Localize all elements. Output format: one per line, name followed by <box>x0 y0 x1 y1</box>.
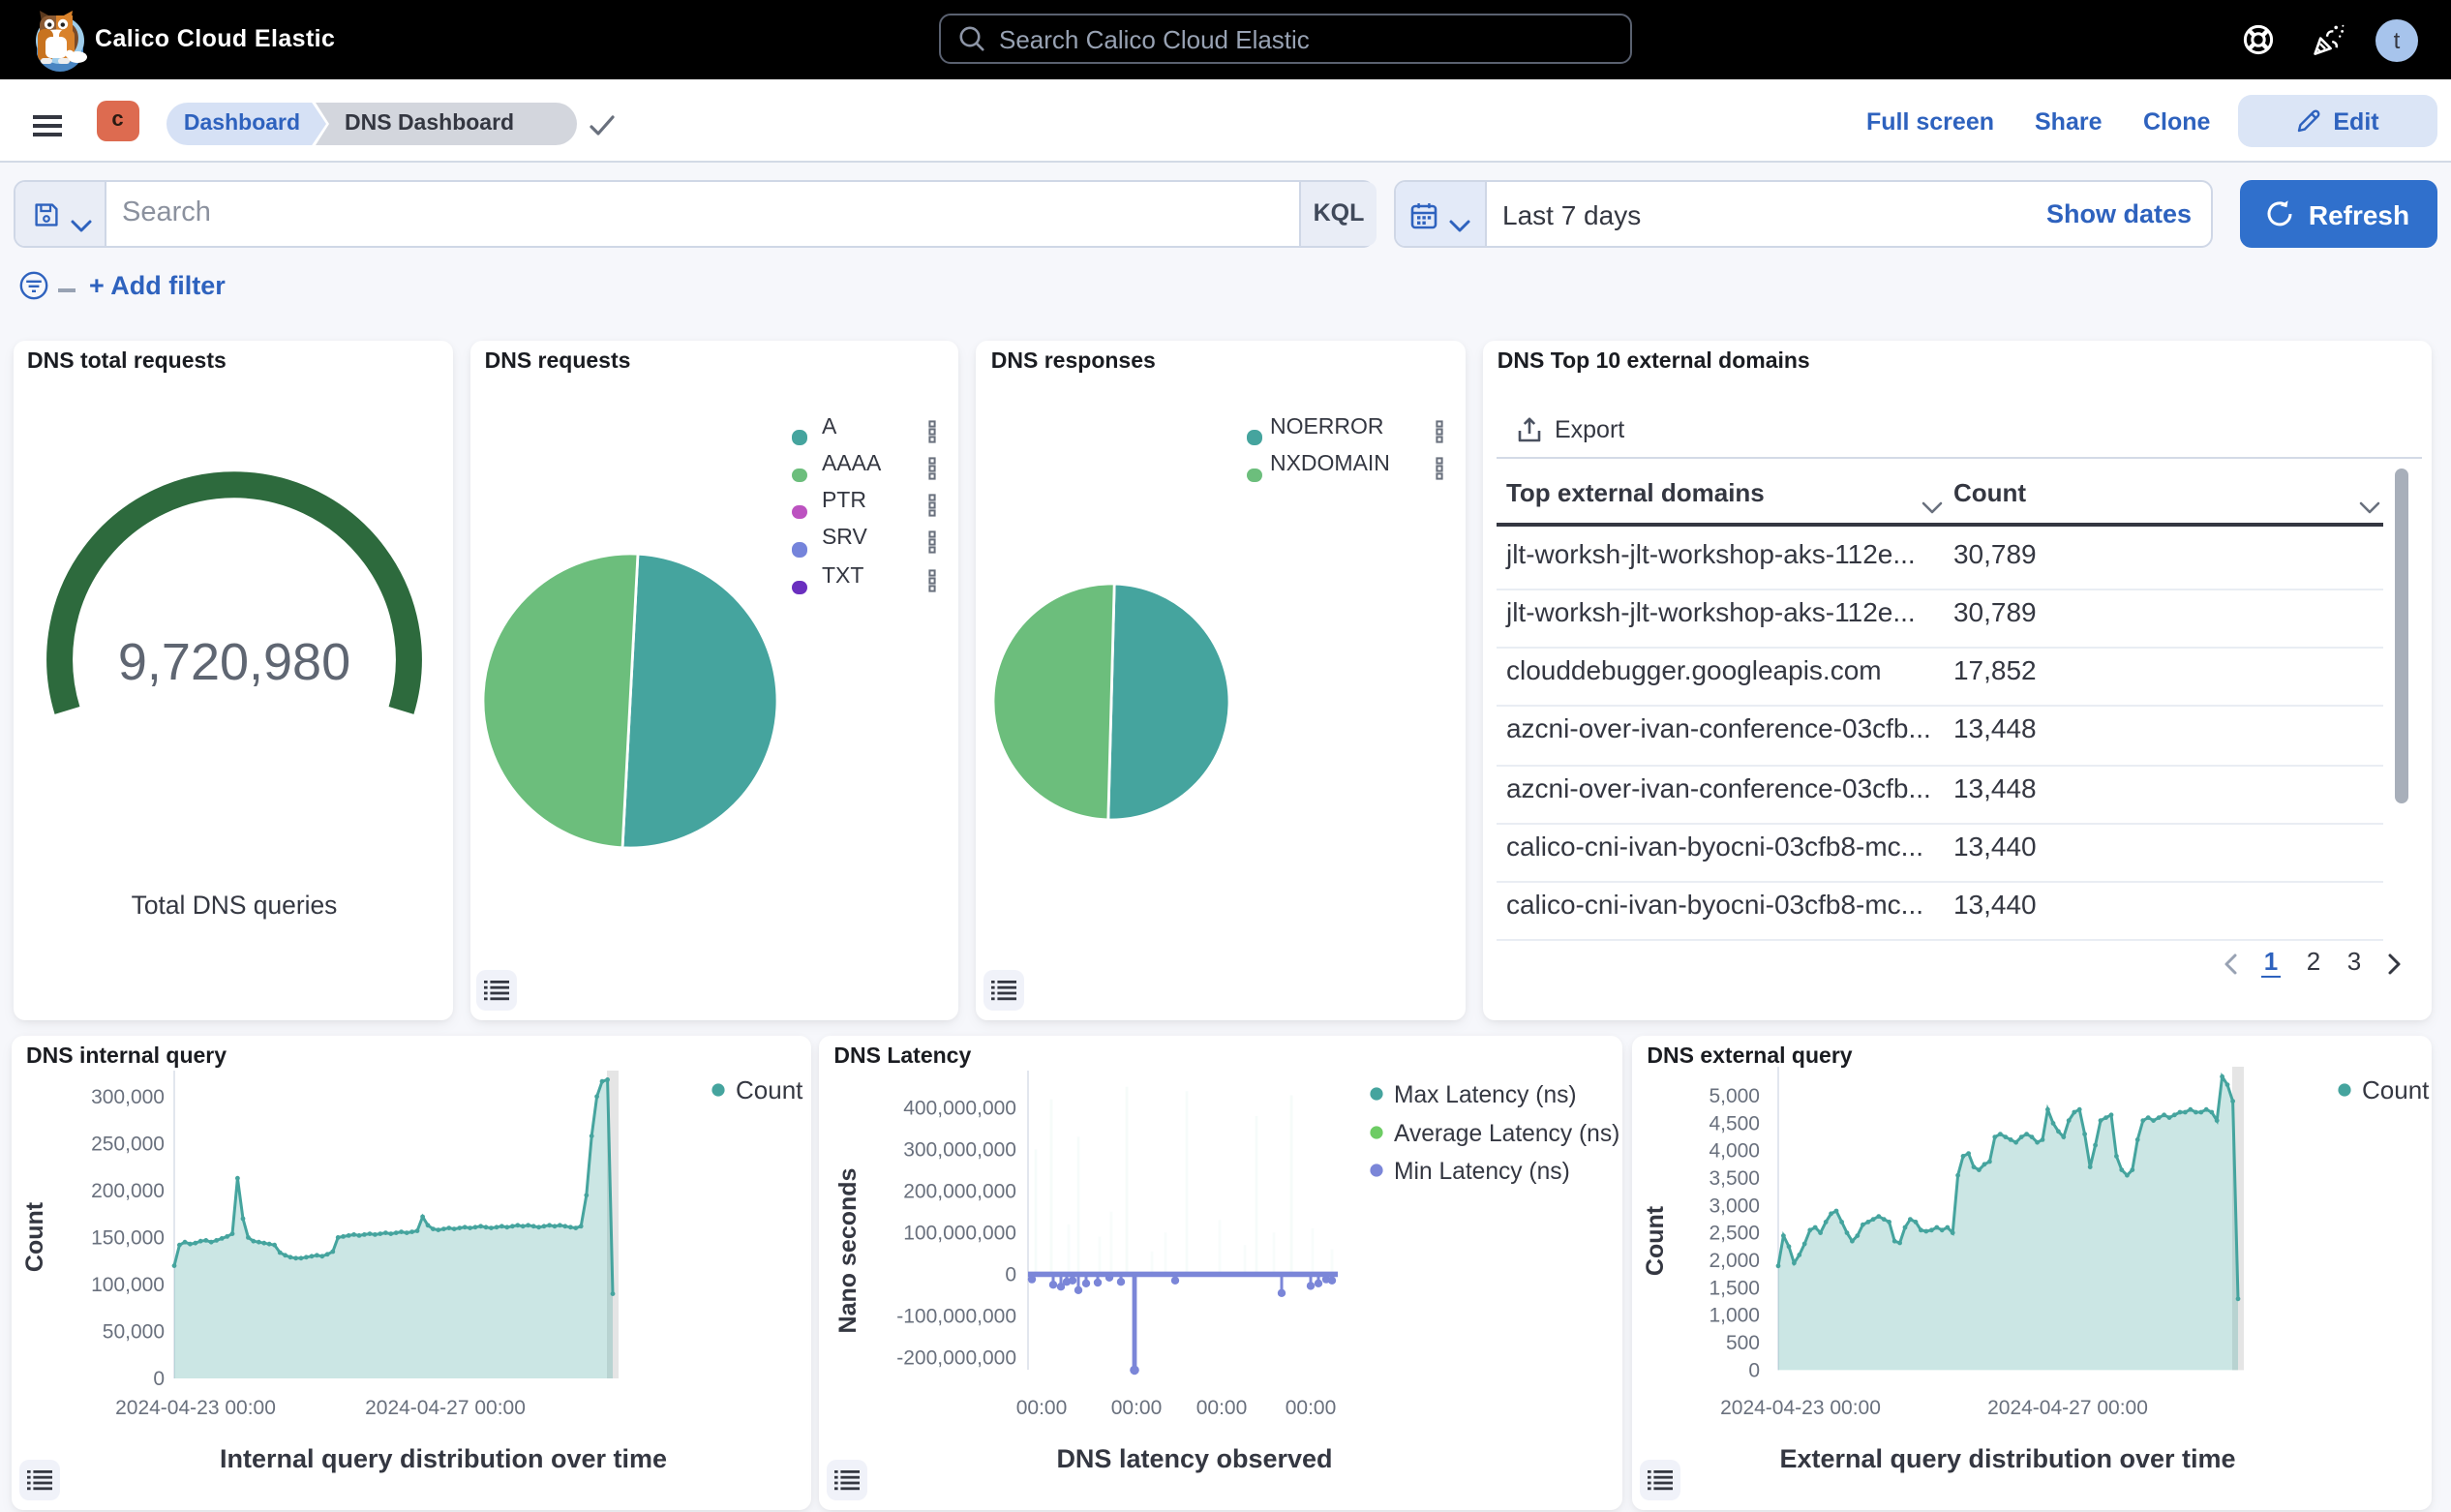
svg-text:200,000: 200,000 <box>91 1180 165 1202</box>
svg-text:2,000: 2,000 <box>1709 1250 1760 1272</box>
svg-text:-100,000,000: -100,000,000 <box>896 1305 1016 1327</box>
svg-text:300,000,000: 300,000,000 <box>903 1138 1016 1161</box>
svg-text:5,000: 5,000 <box>1709 1085 1760 1107</box>
svg-text:400,000,000: 400,000,000 <box>903 1097 1016 1119</box>
svg-text:Nano seconds: Nano seconds <box>834 1168 862 1334</box>
svg-text:00:00: 00:00 <box>1196 1397 1248 1419</box>
svg-text:4,000: 4,000 <box>1709 1140 1760 1163</box>
svg-text:4,500: 4,500 <box>1709 1112 1760 1134</box>
svg-text:Count: Count <box>736 1075 803 1104</box>
svg-text:Internal query distribution ov: Internal query distribution over time <box>220 1444 667 1473</box>
svg-text:00:00: 00:00 <box>1286 1397 1337 1419</box>
svg-text:Average Latency (ns): Average Latency (ns) <box>1394 1121 1619 1147</box>
svg-text:External query distribution ov: External query distribution over time <box>1779 1444 2235 1473</box>
svg-text:100,000: 100,000 <box>91 1274 165 1296</box>
svg-text:500: 500 <box>1726 1332 1760 1354</box>
svg-text:0: 0 <box>1748 1359 1760 1381</box>
svg-text:3,500: 3,500 <box>1709 1167 1760 1190</box>
svg-text:Total DNS queries: Total DNS queries <box>131 890 337 919</box>
svg-text:50,000: 50,000 <box>103 1321 165 1344</box>
svg-text:Min Latency (ns): Min Latency (ns) <box>1394 1159 1570 1185</box>
svg-text:100,000,000: 100,000,000 <box>903 1222 1016 1244</box>
svg-text:1,500: 1,500 <box>1709 1277 1760 1299</box>
svg-text:Count: Count <box>21 1201 48 1272</box>
svg-text:-200,000,000: -200,000,000 <box>896 1346 1016 1369</box>
svg-text:00:00: 00:00 <box>1016 1397 1068 1419</box>
svg-text:250,000: 250,000 <box>91 1133 165 1155</box>
svg-text:150,000: 150,000 <box>91 1226 165 1249</box>
svg-text:0: 0 <box>153 1368 165 1390</box>
svg-text:00:00: 00:00 <box>1111 1397 1163 1419</box>
svg-text:Max Latency (ns): Max Latency (ns) <box>1394 1082 1577 1108</box>
svg-text:1,000: 1,000 <box>1709 1305 1760 1327</box>
svg-text:Count: Count <box>2362 1075 2430 1104</box>
svg-text:2024-04-27 00:00: 2024-04-27 00:00 <box>1987 1397 2148 1419</box>
svg-text:DNS latency observed: DNS latency observed <box>1056 1444 1332 1473</box>
svg-text:9,720,980: 9,720,980 <box>117 632 349 690</box>
svg-text:Count: Count <box>1642 1205 1669 1276</box>
svg-text:2024-04-27 00:00: 2024-04-27 00:00 <box>365 1397 526 1419</box>
svg-text:0: 0 <box>1005 1263 1016 1285</box>
svg-text:2024-04-23 00:00: 2024-04-23 00:00 <box>1720 1397 1881 1419</box>
svg-text:2,500: 2,500 <box>1709 1223 1760 1245</box>
svg-text:200,000,000: 200,000,000 <box>903 1180 1016 1202</box>
svg-text:3,000: 3,000 <box>1709 1194 1760 1217</box>
svg-text:2024-04-23 00:00: 2024-04-23 00:00 <box>115 1397 276 1419</box>
svg-text:300,000: 300,000 <box>91 1086 165 1108</box>
